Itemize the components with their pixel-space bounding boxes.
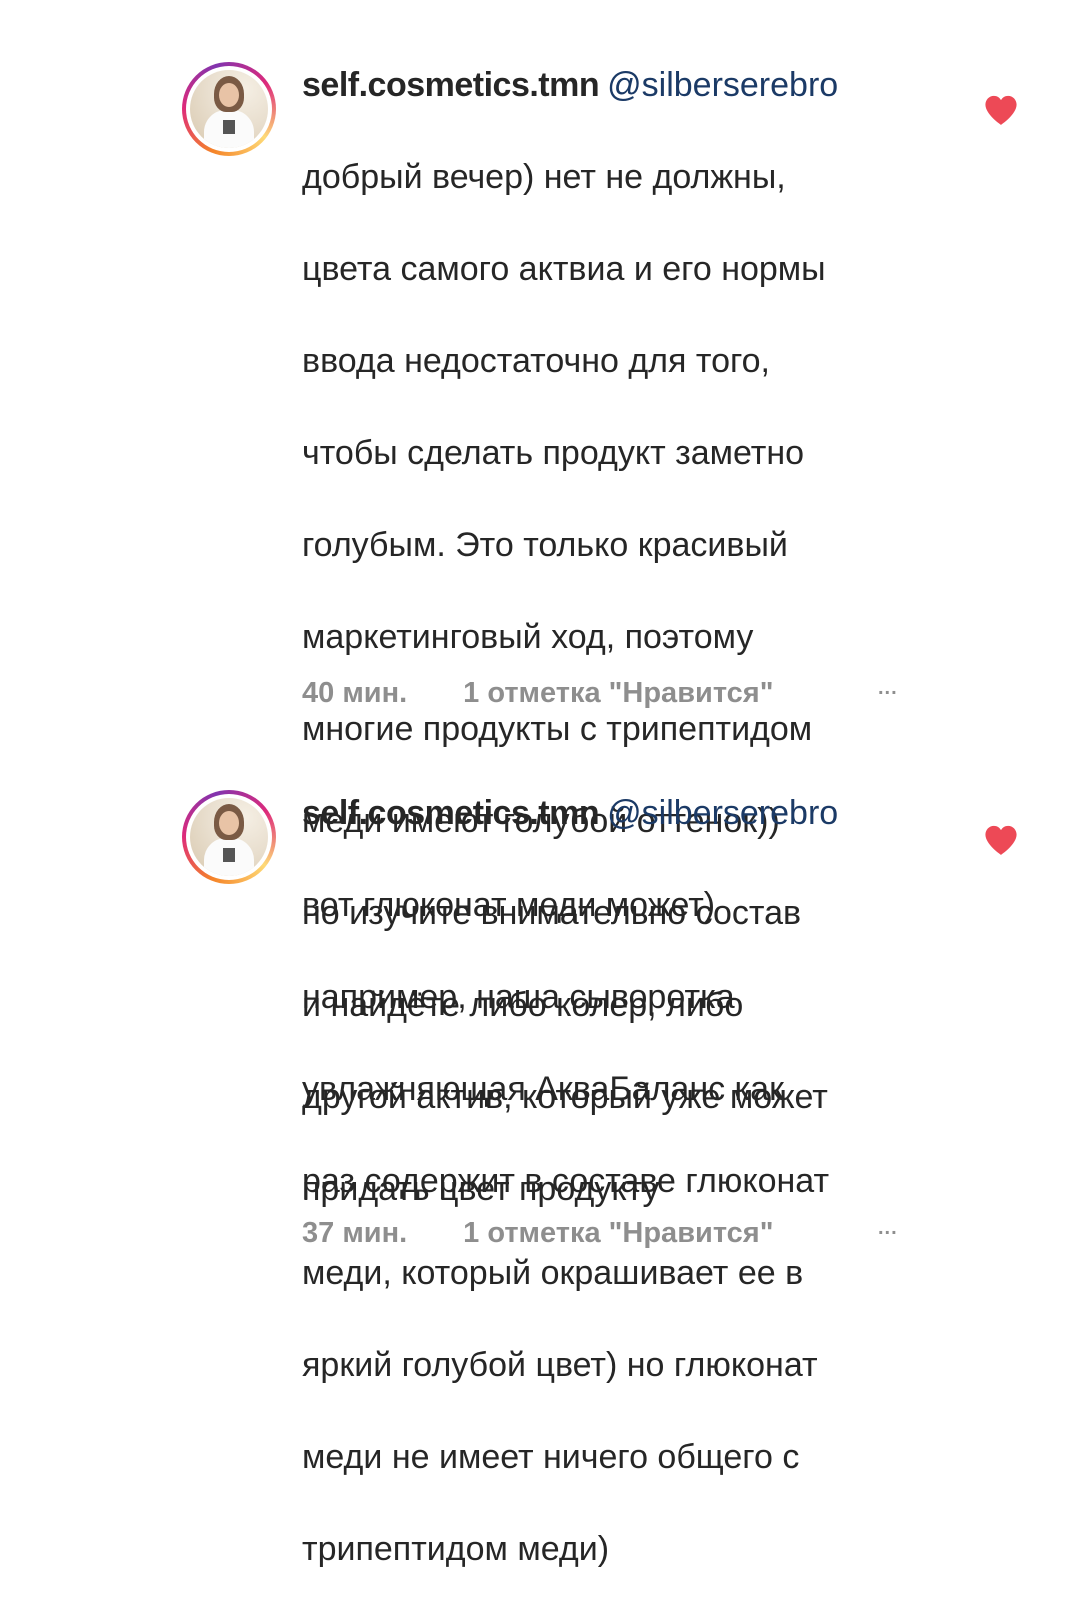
likes-count-link[interactable]: 1 отметка "Нравится" <box>463 677 773 709</box>
comment-time: 40 мин. <box>302 677 408 709</box>
avatar-photo <box>190 798 268 876</box>
username-link[interactable]: self.cosmetics.tmn <box>302 794 600 832</box>
username-link[interactable]: self.cosmetics.tmn <box>302 66 600 104</box>
avatar[interactable] <box>182 62 276 156</box>
avatar[interactable] <box>182 790 276 884</box>
comment-meta: 40 мин. 1 отметка "Нравится" ... <box>302 677 897 710</box>
comment-header: self.cosmetics.tmn @silberserebro <box>302 62 838 108</box>
heart-filled-icon[interactable] <box>984 824 1018 856</box>
more-options-button[interactable]: ... <box>878 1217 898 1240</box>
more-options-button[interactable]: ... <box>878 677 898 700</box>
mention-link[interactable]: @silberserebro <box>607 66 838 104</box>
heart-filled-icon[interactable] <box>984 94 1018 126</box>
mention-link[interactable]: @silberserebro <box>607 794 838 832</box>
avatar-photo <box>190 70 268 148</box>
comment-time: 37 мин. <box>302 1217 408 1249</box>
comment-meta: 37 мин. 1 отметка "Нравится" ... <box>302 1217 897 1250</box>
likes-count-link[interactable]: 1 отметка "Нравится" <box>463 1217 773 1249</box>
comment-header: self.cosmetics.tmn @silberserebro <box>302 790 838 836</box>
